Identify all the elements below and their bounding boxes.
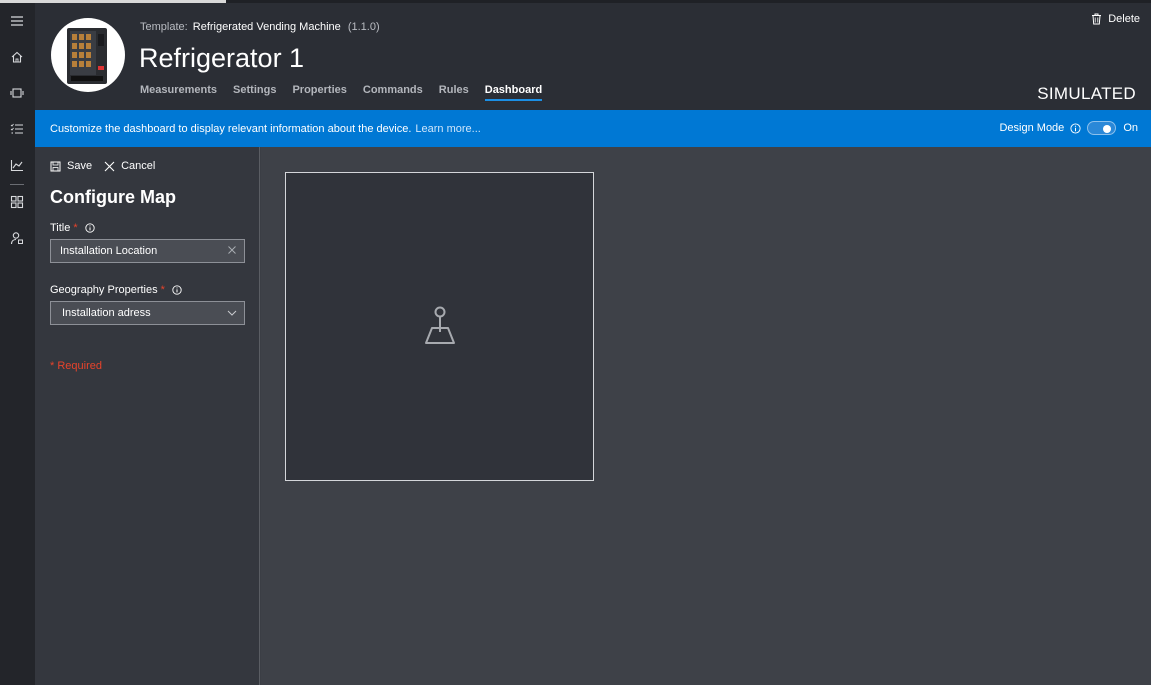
cancel-label: Cancel — [121, 160, 156, 172]
clear-icon[interactable] — [227, 245, 237, 255]
title-input-value: Installation Location — [60, 245, 158, 257]
dashboard-canvas — [261, 147, 1151, 685]
delete-button[interactable]: Delete — [1091, 13, 1140, 25]
required-note: * Required — [50, 360, 102, 372]
design-mode-label: Design Mode — [999, 122, 1065, 134]
tab-settings[interactable]: Settings — [233, 84, 276, 101]
tab-commands[interactable]: Commands — [363, 84, 423, 101]
cancel-button[interactable]: Cancel — [104, 160, 155, 172]
info-icon[interactable] — [1070, 122, 1081, 134]
tab-measurements[interactable]: Measurements — [140, 84, 217, 101]
toggle-knob — [1103, 125, 1112, 133]
nav-separator — [10, 184, 24, 185]
template-prefix: Template: — [140, 21, 188, 33]
template-info: Template: Refrigerated Vending Machine (… — [140, 21, 380, 33]
banner-message: Customize the dashboard to display relev… — [50, 123, 481, 135]
map-pin-icon — [424, 306, 455, 344]
left-nav — [0, 3, 35, 685]
save-label: Save — [67, 160, 93, 172]
save-button[interactable]: Save — [50, 160, 92, 172]
design-mode-control: Design Mode On — [999, 121, 1138, 135]
template-name[interactable]: Refrigerated Vending Machine — [193, 21, 341, 33]
template-version: (1.1.0) — [347, 21, 380, 33]
banner-text: Customize the dashboard to display relev… — [50, 122, 412, 135]
learn-more-link[interactable]: Learn more... — [415, 123, 480, 135]
panel-actions: Save Cancel — [50, 160, 167, 172]
panel-title: Configure Map — [50, 187, 176, 207]
menu-icon[interactable] — [8, 12, 26, 30]
delete-label: Delete — [1108, 13, 1140, 25]
dashboard-grid-icon[interactable] — [8, 193, 26, 211]
design-mode-banner: Customize the dashboard to display relev… — [35, 110, 1151, 147]
required-star: * — [160, 284, 165, 296]
geography-label-text: Geography Properties — [50, 284, 158, 296]
simulated-status: SIMULATED — [1037, 84, 1136, 103]
tab-properties[interactable]: Properties — [292, 84, 346, 101]
tab-dashboard[interactable]: Dashboard — [484, 84, 543, 101]
toggle-state-label: On — [1123, 122, 1138, 134]
device-header: Template: Refrigerated Vending Machine (… — [35, 3, 1151, 110]
device-tabs: Measurements Settings Properties Command… — [140, 84, 558, 101]
configure-panel: Save Cancel Configure Map Title * Install… — [35, 147, 260, 685]
geography-field-label: Geography Properties * — [50, 284, 182, 296]
close-icon — [104, 161, 115, 171]
device-name: Refrigerator 1 — [139, 43, 305, 73]
info-icon[interactable] — [85, 223, 95, 233]
title-label-text: Title — [50, 222, 71, 234]
analytics-icon[interactable] — [8, 156, 26, 174]
tab-rules[interactable]: Rules — [439, 84, 469, 101]
info-icon[interactable] — [172, 285, 182, 295]
map-tile[interactable] — [285, 172, 594, 481]
title-input[interactable]: Installation Location — [50, 239, 245, 263]
admin-user-icon[interactable] — [8, 229, 26, 247]
required-star: * — [73, 222, 78, 234]
chevron-down-icon — [227, 310, 237, 316]
device-image — [51, 18, 125, 92]
title-field-label: Title * — [50, 222, 95, 234]
trash-icon — [1092, 13, 1102, 25]
devices-icon[interactable] — [8, 84, 26, 102]
rules-list-icon[interactable] — [8, 120, 26, 138]
geography-dropdown-value: Installation adress — [62, 307, 151, 319]
home-icon[interactable] — [8, 48, 26, 66]
geography-properties-dropdown[interactable]: Installation adress — [50, 301, 245, 325]
design-mode-toggle[interactable] — [1087, 121, 1117, 135]
save-icon — [50, 161, 61, 171]
